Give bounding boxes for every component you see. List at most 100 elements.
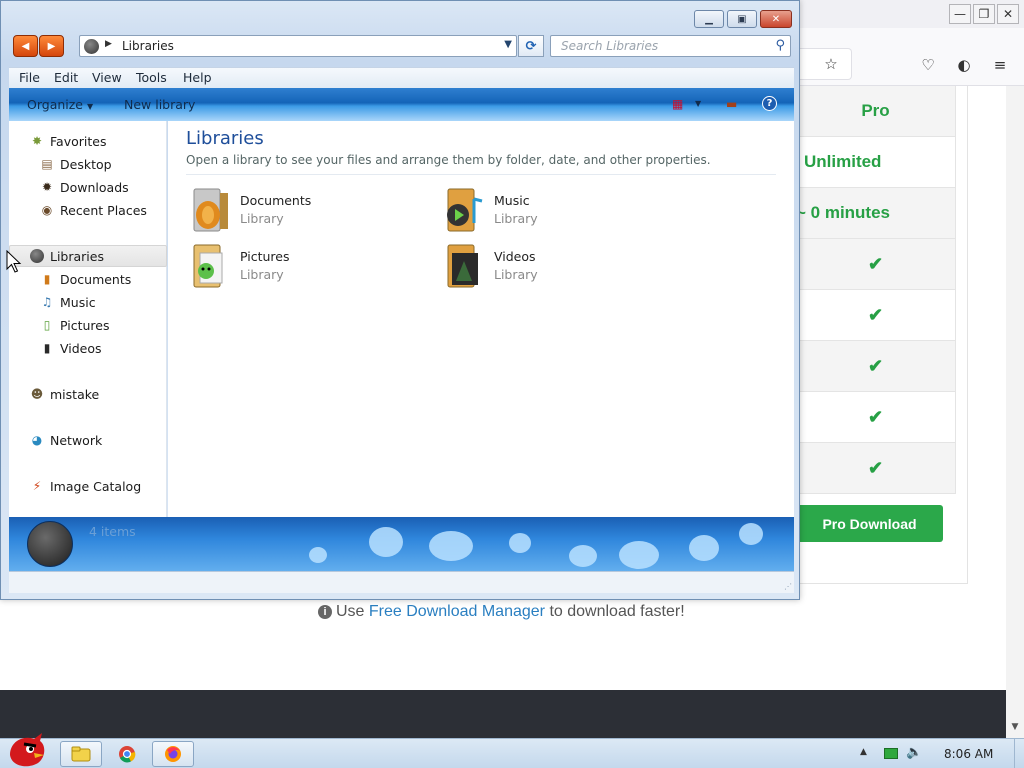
network-tray-icon[interactable] <box>884 748 898 759</box>
nav-libraries[interactable]: Libraries <box>9 245 167 267</box>
nav-image-catalog[interactable]: ⚡ Image Catalog <box>9 475 167 497</box>
check-icon: ✔ <box>867 355 884 376</box>
nav-pictures[interactable]: ▯ Pictures <box>9 314 167 336</box>
minimize-icon: — <box>954 7 966 21</box>
restore-icon: ❐ <box>978 7 990 21</box>
library-kind: Library <box>240 211 284 226</box>
nav-downloads-label: Downloads <box>60 179 129 195</box>
preview-pane-icon[interactable]: ▬ <box>726 97 737 111</box>
menu-edit[interactable]: Edit <box>54 70 78 85</box>
library-videos[interactable]: Videos Library <box>440 243 670 295</box>
close-icon: ✕ <box>771 13 781 25</box>
nav-documents[interactable]: ▮ Documents <box>9 268 167 290</box>
library-name: Music <box>494 193 530 208</box>
item-count: 4 items <box>89 524 136 539</box>
desktop-icon: ▤ <box>41 157 53 171</box>
close-icon: ✕ <box>1002 7 1014 21</box>
address-bar[interactable]: ▶ Libraries ▼ <box>79 35 517 57</box>
organize-button[interactable]: Organize ▼ <box>27 97 93 112</box>
nav-favorites[interactable]: ✸ Favorites <box>9 130 167 152</box>
breadcrumb-libraries[interactable]: Libraries <box>122 39 174 53</box>
mouse-cursor-icon <box>6 250 22 273</box>
nav-image-catalog-label: Image Catalog <box>50 478 142 494</box>
refresh-icon: ⟳ <box>525 38 537 54</box>
search-icon[interactable]: ⚲ <box>775 38 785 53</box>
library-music[interactable]: Music Library <box>440 187 670 239</box>
maximize-icon: ▣ <box>737 13 747 25</box>
nav-desktop[interactable]: ▤ Desktop <box>9 153 167 175</box>
nav-desktop-label: Desktop <box>60 156 112 172</box>
view-dropdown-icon[interactable]: ▼ <box>695 99 701 108</box>
menu-file[interactable]: File <box>19 70 40 85</box>
start-button[interactable] <box>4 729 50 768</box>
nav-network[interactable]: ◕ Network <box>9 429 167 451</box>
browser-scrollbar[interactable]: ▼ <box>1006 86 1024 738</box>
view-options-icon[interactable]: ▦ <box>672 97 683 111</box>
refresh-button[interactable]: ⟳ <box>518 35 544 57</box>
new-library-button[interactable]: New library <box>124 97 195 112</box>
decor-bubble <box>569 545 597 567</box>
browser-restore-button[interactable]: ❐ <box>973 4 995 24</box>
menu-help[interactable]: Help <box>183 70 212 85</box>
volume-icon[interactable]: 🔈 <box>906 745 922 760</box>
address-dropdown-icon[interactable]: ▼ <box>504 39 512 50</box>
resize-grip-icon[interactable]: ⋰ <box>784 582 792 591</box>
check-icon: ✔ <box>867 406 884 427</box>
maximize-button[interactable]: ▣ <box>727 10 757 28</box>
fdm-link[interactable]: Free Download Manager <box>369 603 545 620</box>
breadcrumb-chevron-icon[interactable]: ▶ <box>105 39 112 49</box>
chrome-icon <box>119 746 136 763</box>
back-button[interactable]: ◀ <box>13 35 38 57</box>
divider <box>186 174 776 175</box>
library-kind: Library <box>494 211 538 226</box>
clock[interactable]: 8:06 AM <box>944 747 993 761</box>
menu-tools[interactable]: Tools <box>136 70 167 85</box>
navigation-arrows: ◀ ▶ <box>13 35 65 57</box>
show-desktop-button[interactable] <box>1014 739 1024 768</box>
pro-download-button[interactable]: Pro Download <box>796 505 943 542</box>
nav-videos[interactable]: ▮ Videos <box>9 337 167 359</box>
search-input[interactable]: Search Libraries ⚲ <box>550 35 791 57</box>
libraries-icon <box>29 248 45 264</box>
taskbar: ▲ 🔈 8:06 AM <box>0 733 1024 768</box>
forward-button[interactable]: ▶ <box>39 35 64 57</box>
menu-bar: File Edit View Tools Help <box>9 67 794 88</box>
taskbar-chrome-button[interactable] <box>106 741 148 767</box>
taskbar-firefox-button[interactable] <box>152 741 194 767</box>
browser-minimize-button[interactable]: — <box>949 4 971 24</box>
menu-icon[interactable]: ≡ <box>989 54 1011 76</box>
pocket-icon[interactable]: ♡ <box>917 54 939 76</box>
library-documents[interactable]: Documents Library <box>186 187 416 239</box>
browser-close-button[interactable]: ✕ <box>997 4 1019 24</box>
nav-music-label: Music <box>60 294 96 310</box>
organize-dropdown-icon: ▼ <box>86 102 94 111</box>
taskbar-explorer-button[interactable] <box>60 741 102 767</box>
nav-music[interactable]: ♫ Music <box>9 291 167 313</box>
show-hidden-icons-icon[interactable]: ▲ <box>860 747 867 757</box>
vpn-flag-icon[interactable]: ◐ <box>953 54 975 76</box>
angry-bird-start-icon <box>10 733 45 767</box>
libraries-orb-icon <box>84 39 99 54</box>
plan-wait-time: ~ 0 minutes <box>796 188 956 239</box>
nav-homegroup-user[interactable]: ☻ mistake <box>9 383 167 405</box>
bookmark-star-icon[interactable]: ☆ <box>820 53 842 75</box>
nav-libraries-label: Libraries <box>50 248 104 264</box>
help-icon[interactable]: ? <box>762 96 777 111</box>
scroll-down-arrow-icon[interactable]: ▼ <box>1006 722 1024 736</box>
menu-view[interactable]: View <box>92 70 122 85</box>
details-pane: 4 items <box>9 517 794 571</box>
videos-library-icon <box>447 244 478 288</box>
library-name: Documents <box>240 193 312 208</box>
url-bar[interactable]: ☆ <box>800 48 852 80</box>
minimize-button[interactable]: ▁ <box>694 10 724 28</box>
decor-bubble <box>689 535 719 561</box>
close-button[interactable]: ✕ <box>760 10 792 28</box>
videos-icon: ▮ <box>43 341 51 355</box>
nav-videos-label: Videos <box>60 340 102 356</box>
downloads-icon: ✹ <box>41 180 53 194</box>
promo-suffix: to download faster! <box>545 603 685 620</box>
nav-recent-places[interactable]: ◉ Recent Places <box>9 199 167 221</box>
library-pictures[interactable]: Pictures Library <box>186 243 416 295</box>
library-kind: Library <box>240 267 284 282</box>
nav-downloads[interactable]: ✹ Downloads <box>9 176 167 198</box>
